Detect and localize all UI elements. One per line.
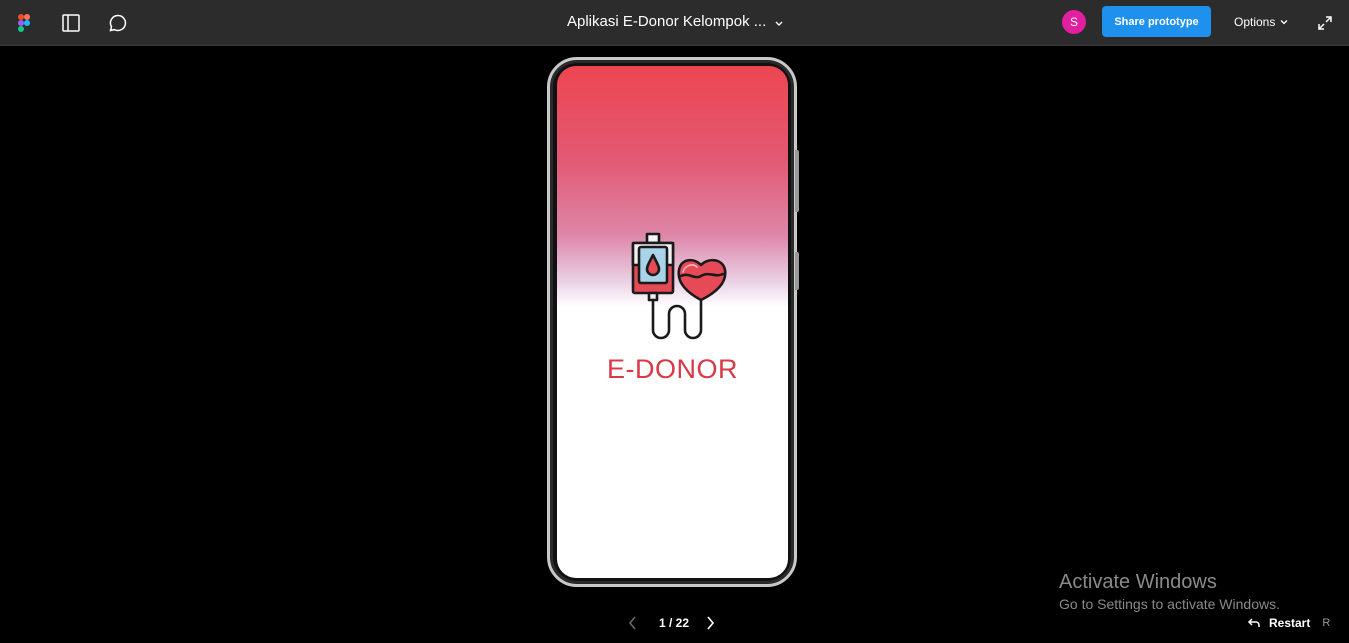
phone-side-button bbox=[795, 150, 799, 212]
previous-frame-chevron-left-icon[interactable] bbox=[627, 614, 639, 637]
watermark-subtitle: Go to Settings to activate Windows. bbox=[1059, 596, 1280, 612]
panel-toggle-icon[interactable] bbox=[56, 8, 86, 38]
restart-button[interactable]: Restart R bbox=[1247, 616, 1330, 630]
title-chevron-down-icon[interactable] bbox=[774, 15, 784, 33]
figma-logo-icon[interactable] bbox=[9, 8, 39, 38]
prototype-screen[interactable]: E-DONOR bbox=[557, 66, 788, 578]
next-frame-chevron-right-icon[interactable] bbox=[704, 614, 716, 637]
share-prototype-button[interactable]: Share prototype bbox=[1102, 6, 1211, 37]
options-label: Options bbox=[1234, 15, 1276, 29]
comment-icon[interactable] bbox=[103, 8, 133, 38]
app-name-title: E-DONOR bbox=[607, 354, 738, 384]
options-chevron-down-icon bbox=[1280, 20, 1288, 25]
options-button[interactable]: Options bbox=[1226, 8, 1296, 36]
top-toolbar: Aplikasi E-Donor Kelompok ... S Share pr… bbox=[0, 0, 1349, 46]
restart-label: Restart bbox=[1269, 616, 1311, 630]
page-counter: 1 / 22 bbox=[659, 616, 690, 630]
user-avatar[interactable]: S bbox=[1062, 10, 1086, 34]
restart-arrow-icon bbox=[1247, 618, 1260, 627]
file-title[interactable]: Aplikasi E-Donor Kelompok ... bbox=[567, 13, 766, 30]
windows-activation-watermark: Activate Windows Go to Settings to activ… bbox=[1059, 571, 1280, 612]
phone-side-button bbox=[795, 252, 799, 290]
fullscreen-expand-icon[interactable] bbox=[1310, 8, 1340, 38]
watermark-title: Activate Windows bbox=[1059, 571, 1217, 593]
blood-donation-logo-icon bbox=[631, 232, 729, 347]
restart-shortcut-key: R bbox=[1322, 617, 1331, 629]
